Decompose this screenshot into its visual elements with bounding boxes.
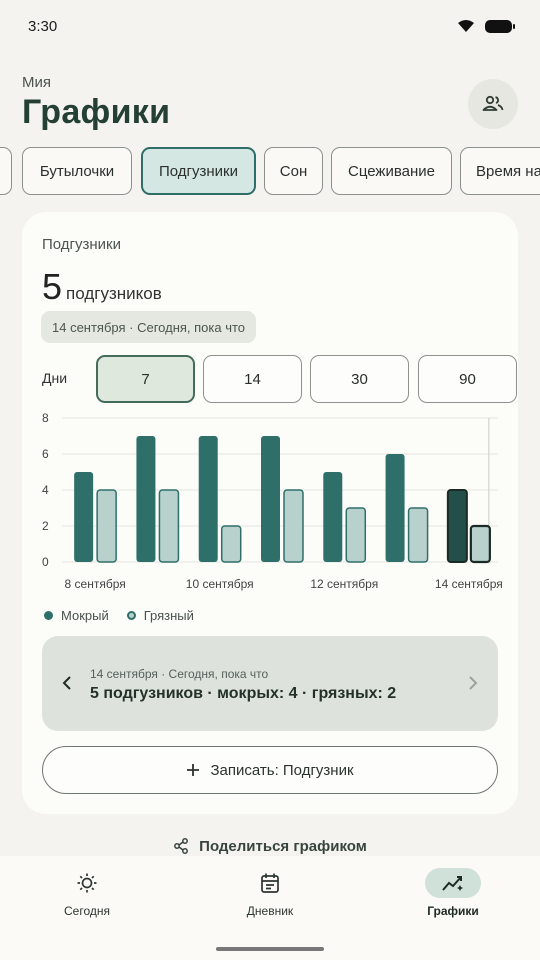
y-tick-label: 8 xyxy=(42,411,49,425)
calendar-icon xyxy=(261,873,279,893)
legend-wet-marker xyxy=(44,611,53,620)
nav-diary-icon-wrap xyxy=(242,868,298,898)
total-unit: подгузников xyxy=(66,284,162,303)
child-name: Мия xyxy=(22,74,51,91)
bar-wet xyxy=(385,454,405,562)
tab-diapers[interactable]: Подгузники xyxy=(141,147,256,195)
legend-dirty-label: Грязный xyxy=(143,608,194,623)
legend-item-dirty: Грязный xyxy=(126,608,194,623)
category-tabs: Бутылочки Подгузники Сон Сцеживание Врем… xyxy=(0,147,540,197)
header: Мия Графики xyxy=(22,74,170,132)
tab-sleep[interactable]: Сон xyxy=(264,147,323,195)
wifi-icon xyxy=(458,20,474,32)
chevron-right-icon xyxy=(469,676,478,690)
tab-pumping[interactable]: Сцеживание xyxy=(331,147,452,195)
bar-dirty xyxy=(96,489,117,563)
diaper-chart-card: Подгузники 5 подгузников 14 сентября · С… xyxy=(22,212,518,814)
days-7-button[interactable]: 7 xyxy=(96,355,195,403)
status-icons xyxy=(457,19,515,33)
day-summary: 14 сентября · Сегодня, пока что 5 подгуз… xyxy=(42,636,498,731)
tab-time-partial[interactable]: Время на xyxy=(460,147,540,195)
total-value: 5 xyxy=(42,266,63,307)
share-icon xyxy=(174,838,189,854)
bar-wet xyxy=(446,489,468,563)
x-tick-label: 8 сентября xyxy=(65,577,126,591)
people-icon xyxy=(482,95,504,111)
chart-legend: Мокрый Грязный xyxy=(44,608,194,623)
page-title: Графики xyxy=(22,93,171,131)
bar-dirty xyxy=(469,524,491,564)
nav-today-icon-wrap xyxy=(59,868,115,898)
nav-today[interactable]: Сегодня xyxy=(27,868,147,928)
nav-diary-label: Дневник xyxy=(246,904,294,918)
share-button-label: Поделиться графиком xyxy=(199,837,367,855)
days-30-button[interactable]: 30 xyxy=(310,355,409,403)
trending-chart-icon xyxy=(442,876,463,891)
nav-charts[interactable]: Графики xyxy=(393,868,513,928)
profile-button[interactable] xyxy=(468,79,518,129)
home-indicator xyxy=(216,947,324,951)
sun-icon xyxy=(77,873,97,893)
bar-wet xyxy=(261,436,280,562)
nav-today-label: Сегодня xyxy=(64,904,110,918)
y-tick-label: 6 xyxy=(42,447,49,461)
legend-item-wet: Мокрый xyxy=(44,608,109,623)
days-label: Дни xyxy=(42,370,68,386)
days-selector: Дни 7 14 30 90 xyxy=(42,355,517,403)
y-tick-label: 4 xyxy=(42,483,49,497)
bar-wet xyxy=(323,472,343,562)
total-count: 5 подгузников xyxy=(42,266,162,308)
nav-charts-icon-wrap xyxy=(425,868,481,898)
bar-dirty xyxy=(407,507,429,563)
y-tick-label: 0 xyxy=(42,555,49,569)
status-time: 3:30 xyxy=(28,17,58,35)
x-tick-label: 12 сентября xyxy=(310,577,378,591)
bar-dirty xyxy=(158,489,180,563)
chevron-left-icon xyxy=(62,676,71,690)
x-tick-label: 10 сентября xyxy=(186,577,254,591)
days-90-button[interactable]: 90 xyxy=(418,355,517,403)
nav-charts-label: Графики xyxy=(427,904,479,918)
summary-text: 5 подгузников · мокрых: 4 · грязных: 2 xyxy=(90,685,397,702)
battery-icon xyxy=(485,19,515,33)
nav-diary[interactable]: Дневник xyxy=(210,868,330,928)
next-day-button[interactable] xyxy=(462,671,484,695)
tab-bottles[interactable]: Бутылочки xyxy=(22,147,132,195)
bar-dirty xyxy=(220,525,242,563)
date-range-pill: 14 сентября · Сегодня, пока что xyxy=(41,311,257,343)
bar-dirty xyxy=(345,507,367,563)
plus-icon xyxy=(187,764,200,776)
diaper-bar-chart: 0 2 4 6 8 8 сентября 10 сентября 12 сентября 14 … xyxy=(42,411,503,591)
x-tick-label: 14 сентября xyxy=(435,577,503,591)
record-diaper-button[interactable]: Записать: Подгузник xyxy=(42,746,498,794)
card-title: Подгузники xyxy=(42,236,121,253)
bar-wet xyxy=(198,436,218,562)
bar-wet xyxy=(136,436,156,562)
legend-dirty-marker xyxy=(126,611,136,620)
status-bar: 3:30 xyxy=(0,0,540,52)
tab-previous-partial[interactable] xyxy=(0,147,12,195)
previous-day-button[interactable] xyxy=(56,671,78,695)
summary-date: 14 сентября · Сегодня, пока что xyxy=(90,667,269,681)
days-14-button[interactable]: 14 xyxy=(203,355,302,403)
bottom-navigation: Сегодня Дневник Графики xyxy=(0,856,540,960)
y-tick-label: 2 xyxy=(42,519,49,533)
record-button-label: Записать: Подгузник xyxy=(210,761,354,779)
legend-wet-label: Мокрый xyxy=(61,608,109,623)
bar-dirty xyxy=(283,489,304,563)
bar-wet xyxy=(74,472,94,562)
